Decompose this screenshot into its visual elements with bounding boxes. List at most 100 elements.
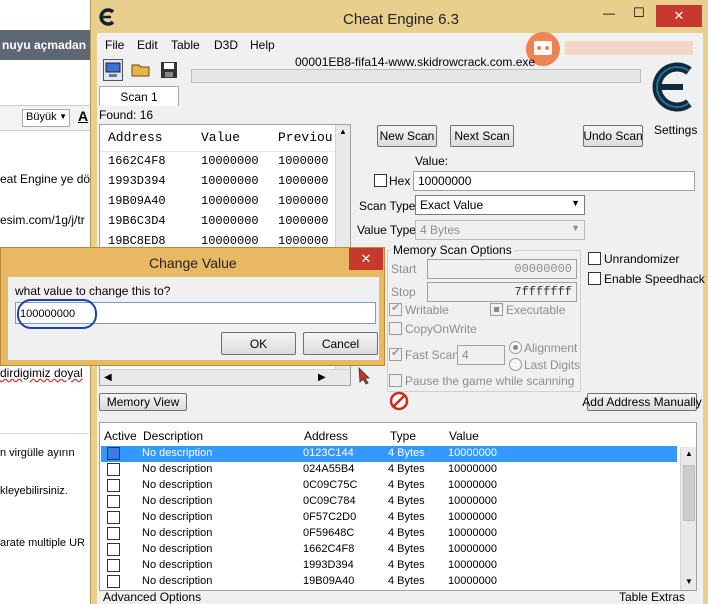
menu-d3d[interactable]: D3D bbox=[214, 38, 238, 52]
pause-game-label: Pause the game while scanning bbox=[405, 374, 575, 388]
result-row[interactable]: 1662C4F8 10000000 1000000 bbox=[100, 151, 348, 171]
table-header-type[interactable]: Type bbox=[390, 429, 416, 443]
value-label: Value: bbox=[415, 154, 449, 168]
fast-scan-input[interactable]: 4 bbox=[457, 345, 505, 365]
scroll-up-icon[interactable]: ▲ bbox=[339, 127, 347, 136]
dialog-ok-button[interactable]: OK bbox=[221, 332, 296, 355]
scroll-down-icon[interactable]: ▼ bbox=[685, 577, 693, 586]
scroll-up-icon[interactable]: ▲ bbox=[685, 449, 693, 458]
active-checkbox[interactable] bbox=[107, 559, 120, 572]
value-input[interactable]: 10000000 bbox=[413, 171, 695, 191]
scroll-right-icon[interactable]: ▶ bbox=[318, 372, 326, 383]
close-button[interactable]: ✕ bbox=[656, 5, 702, 27]
tab-scan-1[interactable]: Scan 1 bbox=[99, 86, 179, 106]
active-checkbox[interactable] bbox=[107, 543, 120, 556]
start-input[interactable]: 00000000 bbox=[427, 259, 577, 279]
unrandomizer-checkbox[interactable] bbox=[588, 252, 601, 265]
active-checkbox[interactable] bbox=[107, 527, 120, 540]
scroll-left-icon[interactable]: ◀ bbox=[104, 372, 112, 383]
process-name: 00001EB8-fifa14-www.skidrowcrack.com.exe bbox=[295, 55, 536, 69]
memory-view-button[interactable]: Memory View bbox=[99, 393, 187, 411]
value-type-select[interactable]: 4 Bytes ▼ bbox=[415, 220, 585, 240]
table-header-active[interactable]: Active bbox=[104, 429, 137, 443]
change-value-dialog: Change Value ✕ what value to change this… bbox=[0, 247, 385, 366]
font-size-select[interactable]: Büyük ▼ bbox=[22, 109, 70, 127]
active-checkbox[interactable] bbox=[107, 463, 120, 476]
bg-separator bbox=[0, 433, 98, 434]
menu-edit[interactable]: Edit bbox=[137, 38, 158, 52]
minimize-icon: — bbox=[603, 6, 615, 20]
undo-scan-button[interactable]: Undo Scan bbox=[583, 125, 643, 147]
copyonwrite-checkbox[interactable] bbox=[389, 322, 402, 335]
menu-file[interactable]: File bbox=[105, 38, 124, 52]
results-header-address[interactable]: Address bbox=[108, 130, 163, 145]
result-row[interactable]: 1993D394 10000000 1000000 bbox=[100, 171, 348, 191]
new-scan-button[interactable]: New Scan bbox=[377, 125, 437, 147]
font-color-icon[interactable]: A bbox=[78, 108, 88, 124]
settings-logo-icon[interactable] bbox=[645, 57, 701, 117]
close-icon: ✕ bbox=[360, 251, 372, 266]
last-digits-label: Last Digits bbox=[524, 358, 581, 372]
stop-label: Stop bbox=[391, 285, 416, 299]
table-row[interactable]: No description 0C09C75C 4 Bytes 10000000 bbox=[101, 478, 677, 494]
alignment-radio[interactable] bbox=[509, 341, 522, 354]
settings-label[interactable]: Settings bbox=[654, 123, 697, 137]
menu-table[interactable]: Table bbox=[171, 38, 200, 52]
start-label: Start bbox=[391, 262, 417, 276]
open-file-button[interactable] bbox=[130, 59, 152, 81]
bg-line-2: esim.com/1g/j/tr bbox=[0, 213, 85, 227]
table-row[interactable]: No description 0C09C784 4 Bytes 10000000 bbox=[101, 494, 677, 510]
active-checkbox[interactable] bbox=[107, 495, 120, 508]
last-digits-radio[interactable] bbox=[509, 358, 522, 371]
active-checkbox[interactable] bbox=[107, 447, 120, 460]
table-row[interactable]: No description 1993D394 4 Bytes 10000000 bbox=[101, 558, 677, 574]
results-header-previous[interactable]: Previou bbox=[278, 130, 333, 145]
result-row[interactable]: 19B09A40 10000000 1000000 bbox=[100, 191, 348, 211]
executable-label: Executable bbox=[506, 303, 566, 317]
pointer-arrow-icon[interactable] bbox=[355, 365, 375, 385]
fast-scan-checkbox[interactable] bbox=[389, 346, 402, 361]
dialog-title: Change Value bbox=[149, 255, 237, 271]
stop-icon[interactable] bbox=[389, 391, 409, 411]
stop-input[interactable]: 7fffffff bbox=[427, 282, 577, 302]
next-scan-button[interactable]: Next Scan bbox=[450, 125, 514, 147]
writable-checkbox[interactable] bbox=[389, 301, 402, 316]
active-checkbox[interactable] bbox=[107, 511, 120, 524]
speedhack-checkbox[interactable] bbox=[588, 272, 601, 285]
executable-checkbox[interactable] bbox=[490, 303, 503, 316]
open-process-button[interactable] bbox=[103, 59, 123, 81]
pause-game-checkbox[interactable] bbox=[389, 374, 402, 387]
table-header-value[interactable]: Value bbox=[449, 429, 479, 443]
table-header-address[interactable]: Address bbox=[304, 429, 348, 443]
results-header-value[interactable]: Value bbox=[201, 130, 240, 145]
active-checkbox[interactable] bbox=[107, 479, 120, 492]
table-extras-link[interactable]: Table Extras bbox=[619, 590, 685, 604]
add-address-button[interactable]: Add Address Manually bbox=[582, 393, 702, 411]
scroll-thumb[interactable] bbox=[683, 465, 695, 521]
table-row[interactable]: No description 0F59648C 4 Bytes 10000000 bbox=[101, 526, 677, 542]
results-hscrollbar[interactable]: ◀ ▶ bbox=[100, 369, 350, 385]
bg-line-3: dirdigimiz doyal bbox=[0, 366, 83, 380]
table-row[interactable]: No description 0F57C2D0 4 Bytes 10000000 bbox=[101, 510, 677, 526]
save-button[interactable] bbox=[158, 59, 180, 81]
maximize-button[interactable]: ☐ bbox=[626, 5, 652, 25]
maximize-icon: ☐ bbox=[633, 5, 645, 20]
scan-type-select[interactable]: Exact Value ▼ bbox=[415, 195, 585, 215]
dialog-cancel-button[interactable]: Cancel bbox=[303, 332, 378, 355]
chevron-down-icon: ▼ bbox=[571, 198, 580, 208]
result-row[interactable]: 19B6C3D4 10000000 1000000 bbox=[100, 211, 348, 231]
table-row[interactable]: No description 1662C4F8 4 Bytes 10000000 bbox=[101, 542, 677, 558]
table-row[interactable]: No description 19B09A40 4 Bytes 10000000 bbox=[101, 574, 677, 589]
dialog-close-button[interactable]: ✕ bbox=[349, 248, 383, 270]
minimize-button[interactable]: — bbox=[596, 6, 622, 24]
hex-checkbox[interactable] bbox=[374, 174, 387, 187]
advanced-options-link[interactable]: Advanced Options bbox=[103, 590, 201, 604]
menu-help[interactable]: Help bbox=[250, 38, 275, 52]
table-vscrollbar[interactable]: ▲ ▼ bbox=[680, 447, 696, 590]
value-type-label: Value Type bbox=[357, 223, 416, 237]
fast-scan-label: Fast Scan bbox=[405, 348, 460, 362]
table-row[interactable]: No description 024A55B4 4 Bytes 10000000 bbox=[101, 462, 677, 478]
table-header-description[interactable]: Description bbox=[143, 429, 203, 443]
table-row[interactable]: No description 0123C144 4 Bytes 10000000 bbox=[101, 446, 677, 462]
active-checkbox[interactable] bbox=[107, 575, 120, 588]
